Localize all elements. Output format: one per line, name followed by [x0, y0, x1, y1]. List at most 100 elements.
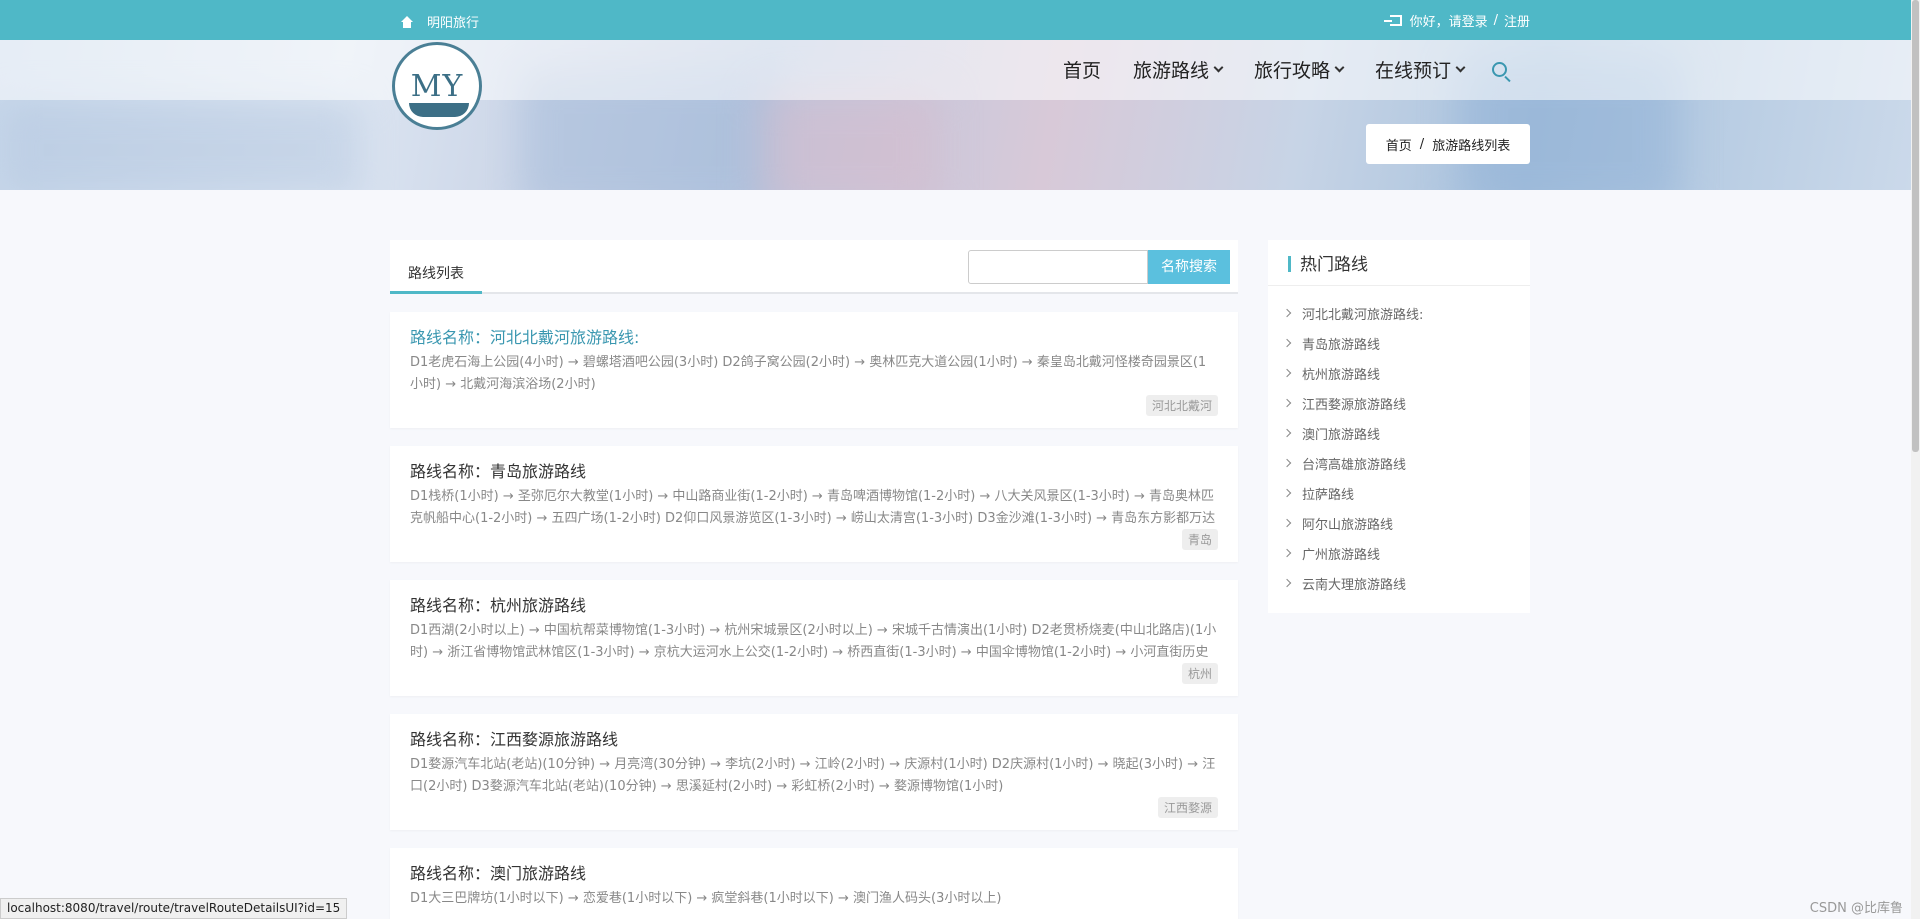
route-card[interactable]: 路线名称：河北北戴河旅游路线: D1老虎石海上公园(4小时) → 碧螺塔酒吧公园… [390, 312, 1238, 428]
hot-route-item[interactable]: 河北北戴河旅游路线: [1282, 298, 1530, 328]
hot-route-item[interactable]: 青岛旅游路线 [1282, 328, 1530, 358]
hot-route-label: 广州旅游路线 [1302, 547, 1381, 563]
hot-route-item[interactable]: 江西婺源旅游路线 [1282, 388, 1530, 418]
nav-home-label: 首页 [1063, 60, 1102, 82]
chevron-down-icon [1334, 62, 1345, 73]
route-name[interactable]: 河北北戴河旅游路线: [490, 328, 639, 347]
sidebar-header: 热门路线 [1268, 240, 1530, 286]
tab-bar: 路线列表 名称搜索 [390, 240, 1238, 294]
route-tag: 河北北戴河 [1145, 395, 1218, 416]
chevron-right-icon [1282, 368, 1292, 378]
chevron-right-icon [1282, 308, 1292, 318]
header-banner [0, 40, 1911, 190]
hot-route-label: 阿尔山旅游路线 [1302, 517, 1394, 533]
route-description: D1婺源汽车北站(老站)(10分钟) → 月亮湾(30分钟) → 李坑(2小时)… [410, 757, 1216, 794]
route-card[interactable]: 路线名称：杭州旅游路线 D1西湖(2小时以上) → 中国杭帮菜博物馆(1-3小时… [390, 580, 1238, 696]
nav-home[interactable]: 首页 [1063, 56, 1101, 83]
hot-route-label: 云南大理旅游路线 [1302, 577, 1407, 593]
hot-route-item[interactable]: 云南大理旅游路线 [1282, 568, 1530, 598]
search-button[interactable]: 名称搜索 [1148, 250, 1230, 284]
hot-route-item[interactable]: 台湾高雄旅游路线 [1282, 448, 1530, 478]
search-input[interactable] [968, 250, 1148, 284]
chevron-right-icon [1282, 428, 1292, 438]
auth-links: 你好，请登录 / 注册 [1383, 11, 1530, 30]
name-search: 名称搜索 [968, 250, 1230, 284]
breadcrumb-home[interactable]: 首页 [1386, 135, 1412, 154]
hot-route-label: 江西婺源旅游路线 [1302, 397, 1407, 413]
register-link[interactable]: 注册 [1504, 11, 1530, 30]
route-name[interactable]: 青岛旅游路线 [490, 462, 586, 481]
nav-routes[interactable]: 旅游路线 [1133, 56, 1224, 83]
hot-route-label: 台湾高雄旅游路线 [1302, 457, 1407, 473]
chevron-right-icon [1282, 398, 1292, 408]
logo-wave-icon [409, 103, 469, 117]
login-link[interactable]: 你好，请登录 [1410, 11, 1488, 30]
sidebar-title: 热门路线 [1300, 255, 1368, 275]
route-name[interactable]: 杭州旅游路线 [490, 596, 586, 615]
route-title: 路线名称：青岛旅游路线 [410, 458, 1218, 482]
hot-route-label: 杭州旅游路线 [1302, 367, 1381, 383]
hot-routes-list: 河北北戴河旅游路线: 青岛旅游路线 杭州旅游路线 江西婺源旅游路线 澳门旅游路线… [1268, 286, 1530, 598]
route-tag: 青岛 [1181, 529, 1218, 550]
route-description: D1大三巴牌坊(1小时以下) → 恋爱巷(1小时以下) → 疯堂斜巷(1小时以下… [410, 891, 1002, 906]
hot-route-item[interactable]: 拉萨路线 [1282, 478, 1530, 508]
sign-in-icon [1383, 15, 1402, 26]
tab-route-list[interactable]: 路线列表 [390, 254, 482, 294]
watermark: CSDN @比库鲁 [1809, 901, 1903, 916]
main-nav: 首页 旅游路线 旅行攻略 在线预订 [1063, 56, 1508, 83]
chevron-right-icon [1282, 488, 1292, 498]
hot-route-label: 拉萨路线 [1302, 487, 1355, 503]
route-card[interactable]: 路线名称：江西婺源旅游路线 D1婺源汽车北站(老站)(10分钟) → 月亮湾(3… [390, 714, 1238, 830]
breadcrumb-current: 旅游路线列表 [1432, 138, 1511, 154]
page-scrollbar[interactable] [1911, 0, 1920, 919]
route-description: D1老虎石海上公园(4小时) → 碧螺塔酒吧公园(3小时) D2鸽子窝公园(2小… [410, 355, 1207, 392]
route-list-panel: 路线列表 名称搜索 路线名称：河北北戴河旅游路线: D1老虎石海上公园(4小时)… [390, 240, 1238, 919]
route-description: D1西湖(2小时以上) → 中国杭帮菜博物馆(1-3小时) → 杭州宋城景区(2… [410, 623, 1217, 660]
nav-guides[interactable]: 旅行攻略 [1254, 56, 1345, 83]
brand[interactable]: 明阳旅行 [400, 12, 479, 31]
nav-routes-label: 旅游路线 [1133, 60, 1210, 82]
brand-name: 明阳旅行 [427, 16, 480, 31]
nav-band [0, 40, 1911, 100]
hot-route-item[interactable]: 阿尔山旅游路线 [1282, 508, 1530, 538]
top-bar: 明阳旅行 你好，请登录 / 注册 [0, 0, 1911, 40]
route-tag: 杭州 [1181, 663, 1218, 684]
auth-separator: / [1493, 13, 1498, 28]
chevron-right-icon [1282, 518, 1292, 528]
hot-route-label: 青岛旅游路线 [1302, 337, 1381, 353]
route-title: 路线名称：江西婺源旅游路线 [410, 726, 1218, 750]
chevron-down-icon [1455, 62, 1466, 73]
home-icon [400, 15, 413, 28]
chevron-right-icon [1282, 548, 1292, 558]
route-title: 路线名称：河北北戴河旅游路线: [410, 324, 1218, 348]
hot-route-item[interactable]: 杭州旅游路线 [1282, 358, 1530, 388]
hot-routes-sidebar: 热门路线 河北北戴河旅游路线: 青岛旅游路线 杭州旅游路线 江西婺源旅游路线 澳… [1268, 240, 1530, 613]
site-logo[interactable]: MY [392, 42, 482, 130]
route-name[interactable]: 江西婺源旅游路线 [490, 730, 618, 749]
route-card[interactable]: 路线名称：澳门旅游路线 D1大三巴牌坊(1小时以下) → 恋爱巷(1小时以下) … [390, 848, 1238, 919]
logo-text: MY [410, 68, 464, 104]
scrollbar-thumb[interactable] [1912, 0, 1919, 452]
route-card[interactable]: 路线名称：青岛旅游路线 D1栈桥(1小时) → 圣弥厄尔大教堂(1小时) → 中… [390, 446, 1238, 562]
breadcrumb: 首页 / 旅游路线列表 [1366, 124, 1530, 164]
chevron-right-icon [1282, 338, 1292, 348]
route-name-prefix: 路线名称： [410, 328, 491, 347]
route-name-prefix: 路线名称： [410, 596, 491, 615]
nav-guides-label: 旅行攻略 [1254, 60, 1331, 82]
hot-route-label: 河北北戴河旅游路线: [1302, 307, 1424, 323]
route-name-prefix: 路线名称： [410, 462, 491, 481]
route-name-prefix: 路线名称： [410, 730, 491, 749]
hot-route-item[interactable]: 广州旅游路线 [1282, 538, 1530, 568]
chevron-down-icon [1213, 62, 1224, 73]
status-bar-url: localhost:8080/travel/route/travelRouteD… [0, 898, 348, 919]
route-name[interactable]: 澳门旅游路线 [490, 864, 586, 883]
chevron-right-icon [1282, 578, 1292, 588]
hot-route-item[interactable]: 澳门旅游路线 [1282, 418, 1530, 448]
route-title: 路线名称：澳门旅游路线 [410, 860, 1218, 884]
hot-route-label: 澳门旅游路线 [1302, 427, 1381, 443]
search-icon[interactable] [1492, 62, 1508, 77]
nav-booking[interactable]: 在线预订 [1375, 56, 1466, 83]
breadcrumb-separator: / [1419, 136, 1425, 152]
route-description: D1栈桥(1小时) → 圣弥厄尔大教堂(1小时) → 中山路商业街(1-2小时)… [410, 489, 1216, 526]
route-tag: 江西婺源 [1157, 797, 1218, 818]
